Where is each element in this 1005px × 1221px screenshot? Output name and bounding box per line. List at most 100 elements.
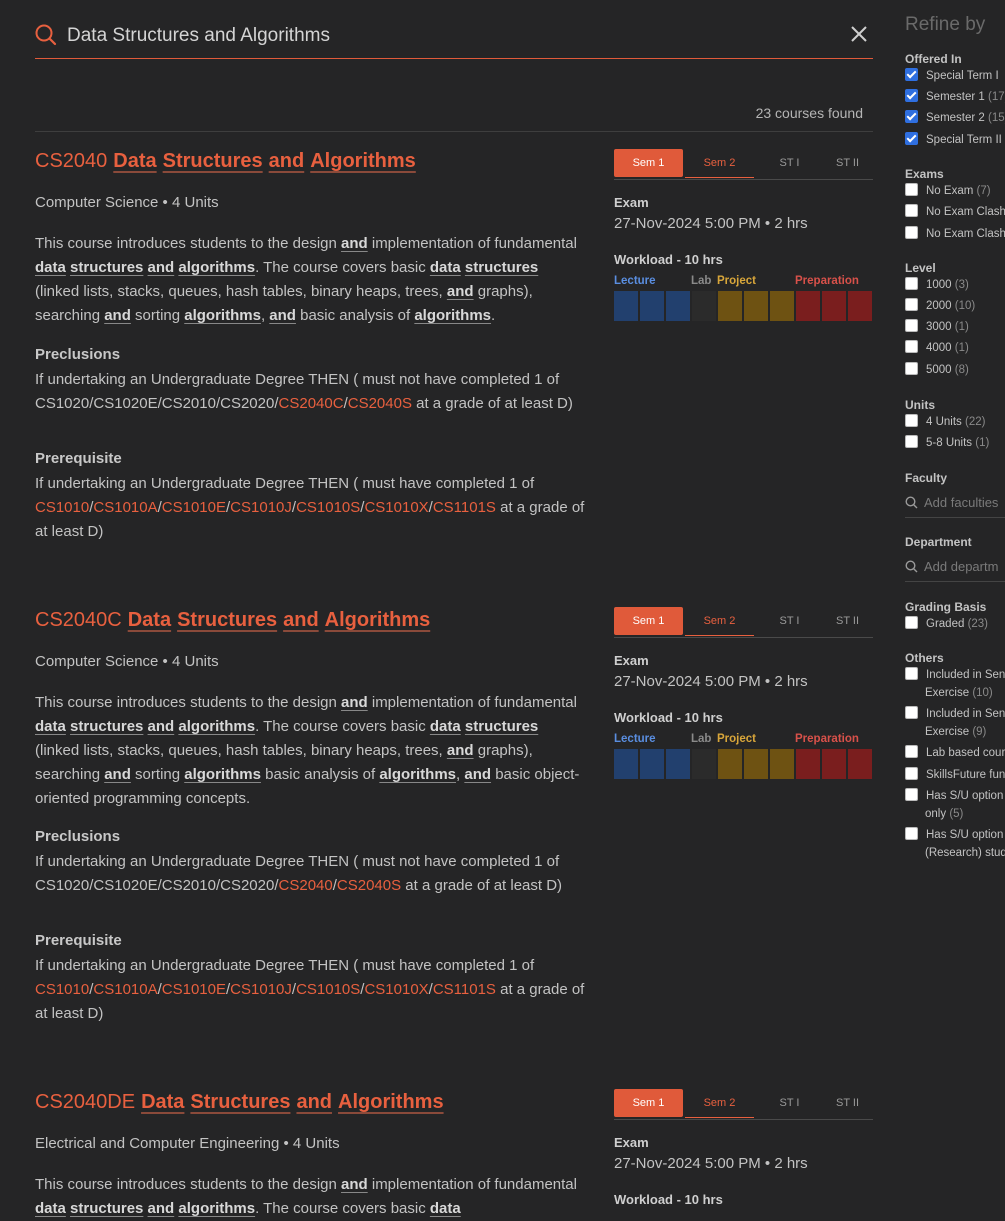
workload-lecture-label: Lecture	[614, 275, 656, 287]
checkbox[interactable]	[905, 788, 918, 801]
course-title[interactable]: CS2040C Data Structures and Algorithms	[35, 609, 436, 632]
course-link[interactable]: CS1010S	[296, 499, 360, 516]
checkbox[interactable]	[905, 340, 918, 353]
checkbox[interactable]	[905, 616, 918, 629]
course-link[interactable]: CS2040S	[337, 877, 401, 894]
tab-sem2[interactable]: Sem 2	[685, 607, 754, 636]
filter-option[interactable]: 4 Units (22)	[905, 413, 985, 431]
exam-date: 27-Nov-2024 5:00 PM • 2 hrs	[614, 673, 808, 690]
filter-option[interactable]: Has S/U option only (5)	[905, 787, 1003, 823]
filter-option[interactable]: 2000 (10)	[905, 297, 975, 315]
filter-option[interactable]: SkillsFuture fun	[905, 766, 1005, 784]
checkbox[interactable]	[905, 183, 918, 196]
title-word: and	[268, 150, 305, 172]
title-word: Data	[141, 1091, 185, 1113]
course-link[interactable]: CS1010A	[93, 499, 157, 516]
tab-sem2[interactable]: Sem 2	[685, 1089, 754, 1118]
checkbox[interactable]	[905, 667, 918, 680]
course-link[interactable]: CS1010J	[230, 499, 292, 516]
checkbox[interactable]	[905, 319, 918, 332]
checkbox[interactable]	[905, 204, 918, 217]
course-link[interactable]: CS2040S	[348, 395, 412, 412]
course-link[interactable]: CS1101S	[433, 981, 496, 998]
checkbox[interactable]	[905, 706, 918, 719]
title-word: and	[296, 1091, 333, 1113]
filter-option[interactable]: 3000 (1)	[905, 318, 969, 336]
course-link[interactable]: CS1010E	[162, 499, 226, 516]
workload-project-block	[744, 291, 768, 321]
search-icon	[905, 560, 918, 573]
close-icon[interactable]	[849, 24, 869, 44]
workload-preparation-block	[822, 749, 846, 779]
course-link[interactable]: CS1010J	[230, 981, 292, 998]
checkbox[interactable]	[905, 68, 918, 81]
refine-title: Refine by	[905, 14, 986, 35]
checkbox[interactable]	[905, 298, 918, 311]
filter-option[interactable]: Special Term II	[905, 131, 1002, 149]
checkbox[interactable]	[905, 226, 918, 239]
tab-sem1[interactable]: Sem 1	[614, 1089, 683, 1117]
search-bar[interactable]: Data Structures and Algorithms	[35, 0, 873, 59]
checkbox[interactable]	[905, 435, 918, 448]
workload-project-label: Project	[717, 275, 756, 287]
filter-option[interactable]: Has S/U option (Research) stud	[905, 826, 1005, 862]
filter-option[interactable]: 1000 (3)	[905, 276, 969, 294]
filter-option[interactable]: No Exam Clash	[905, 225, 1005, 243]
course-link[interactable]: CS2040	[279, 877, 333, 894]
course-link[interactable]: CS1010X	[364, 981, 428, 998]
tab-sem2[interactable]: Sem 2	[685, 149, 754, 178]
filter-option[interactable]: Semester 2 (15)	[905, 109, 1005, 127]
filter-option[interactable]: Lab based cour	[905, 744, 1005, 762]
tab-sem1[interactable]: Sem 1	[614, 607, 683, 635]
tab-st2[interactable]: ST II	[813, 1089, 882, 1117]
filter-option[interactable]: Graded (23)	[905, 615, 988, 633]
course-card: CS2040C Data Structures and Algorithms Compu…	[35, 607, 873, 1029]
workload-lecture-block	[666, 749, 690, 779]
filter-option[interactable]: Semester 1 (17)	[905, 88, 1005, 106]
checkbox[interactable]	[905, 277, 918, 290]
checkbox[interactable]	[905, 110, 918, 123]
workload-preparation-block	[796, 291, 820, 321]
course-link[interactable]: CS1010S	[296, 981, 360, 998]
course-title[interactable]: CS2040 Data Structures and Algorithms	[35, 150, 422, 173]
checkbox[interactable]	[905, 132, 918, 145]
course-code[interactable]: CS2040DE	[35, 1091, 135, 1113]
filter-option[interactable]: Special Term I	[905, 67, 999, 85]
checkbox[interactable]	[905, 827, 918, 840]
filter-option[interactable]: 5-8 Units (1)	[905, 434, 989, 452]
course-link[interactable]: CS2040C	[279, 395, 344, 412]
workload-lab-label: Lab	[691, 733, 712, 745]
filter-units-heading: Units	[905, 398, 935, 412]
course-code[interactable]: CS2040C	[35, 609, 122, 631]
checkbox[interactable]	[905, 362, 918, 375]
checkbox[interactable]	[905, 414, 918, 427]
course-link[interactable]: CS1010	[35, 499, 89, 516]
faculty-search-input[interactable]: Add faculties	[905, 495, 998, 510]
checkbox[interactable]	[905, 767, 918, 780]
exam-date: 27-Nov-2024 5:00 PM • 2 hrs	[614, 215, 808, 232]
filter-option[interactable]: No Exam (7)	[905, 182, 991, 200]
filter-faculty-heading: Faculty	[905, 471, 948, 485]
filter-option[interactable]: 5000 (8)	[905, 361, 969, 379]
course-link[interactable]: CS1010X	[364, 499, 428, 516]
filter-option[interactable]: Included in Sen Exercise (10)	[905, 666, 1005, 702]
course-link[interactable]: CS1010A	[93, 981, 157, 998]
course-title[interactable]: CS2040DE Data Structures and Algorithms	[35, 1091, 450, 1114]
course-code[interactable]: CS2040	[35, 150, 107, 172]
title-word: Algorithms	[324, 609, 431, 631]
filter-option[interactable]: 4000 (1)	[905, 339, 969, 357]
filter-option[interactable]: Included in Sen Exercise (9)	[905, 705, 1005, 741]
tab-st2[interactable]: ST II	[813, 607, 882, 635]
checkbox[interactable]	[905, 89, 918, 102]
checkbox[interactable]	[905, 745, 918, 758]
department-search-input[interactable]: Add departm	[905, 559, 998, 574]
tab-sem1[interactable]: Sem 1	[614, 149, 683, 177]
title-word: Algorithms	[310, 150, 416, 172]
course-link[interactable]: CS1010	[35, 981, 89, 998]
course-link[interactable]: CS1010E	[162, 981, 226, 998]
preclusions-text: If undertaking an Undergraduate Degree T…	[35, 371, 573, 412]
tab-st2[interactable]: ST II	[813, 149, 882, 177]
filter-option[interactable]: No Exam Clash	[905, 203, 1005, 221]
course-link[interactable]: CS1101S	[433, 499, 496, 516]
search-input[interactable]: Data Structures and Algorithms	[67, 25, 330, 47]
